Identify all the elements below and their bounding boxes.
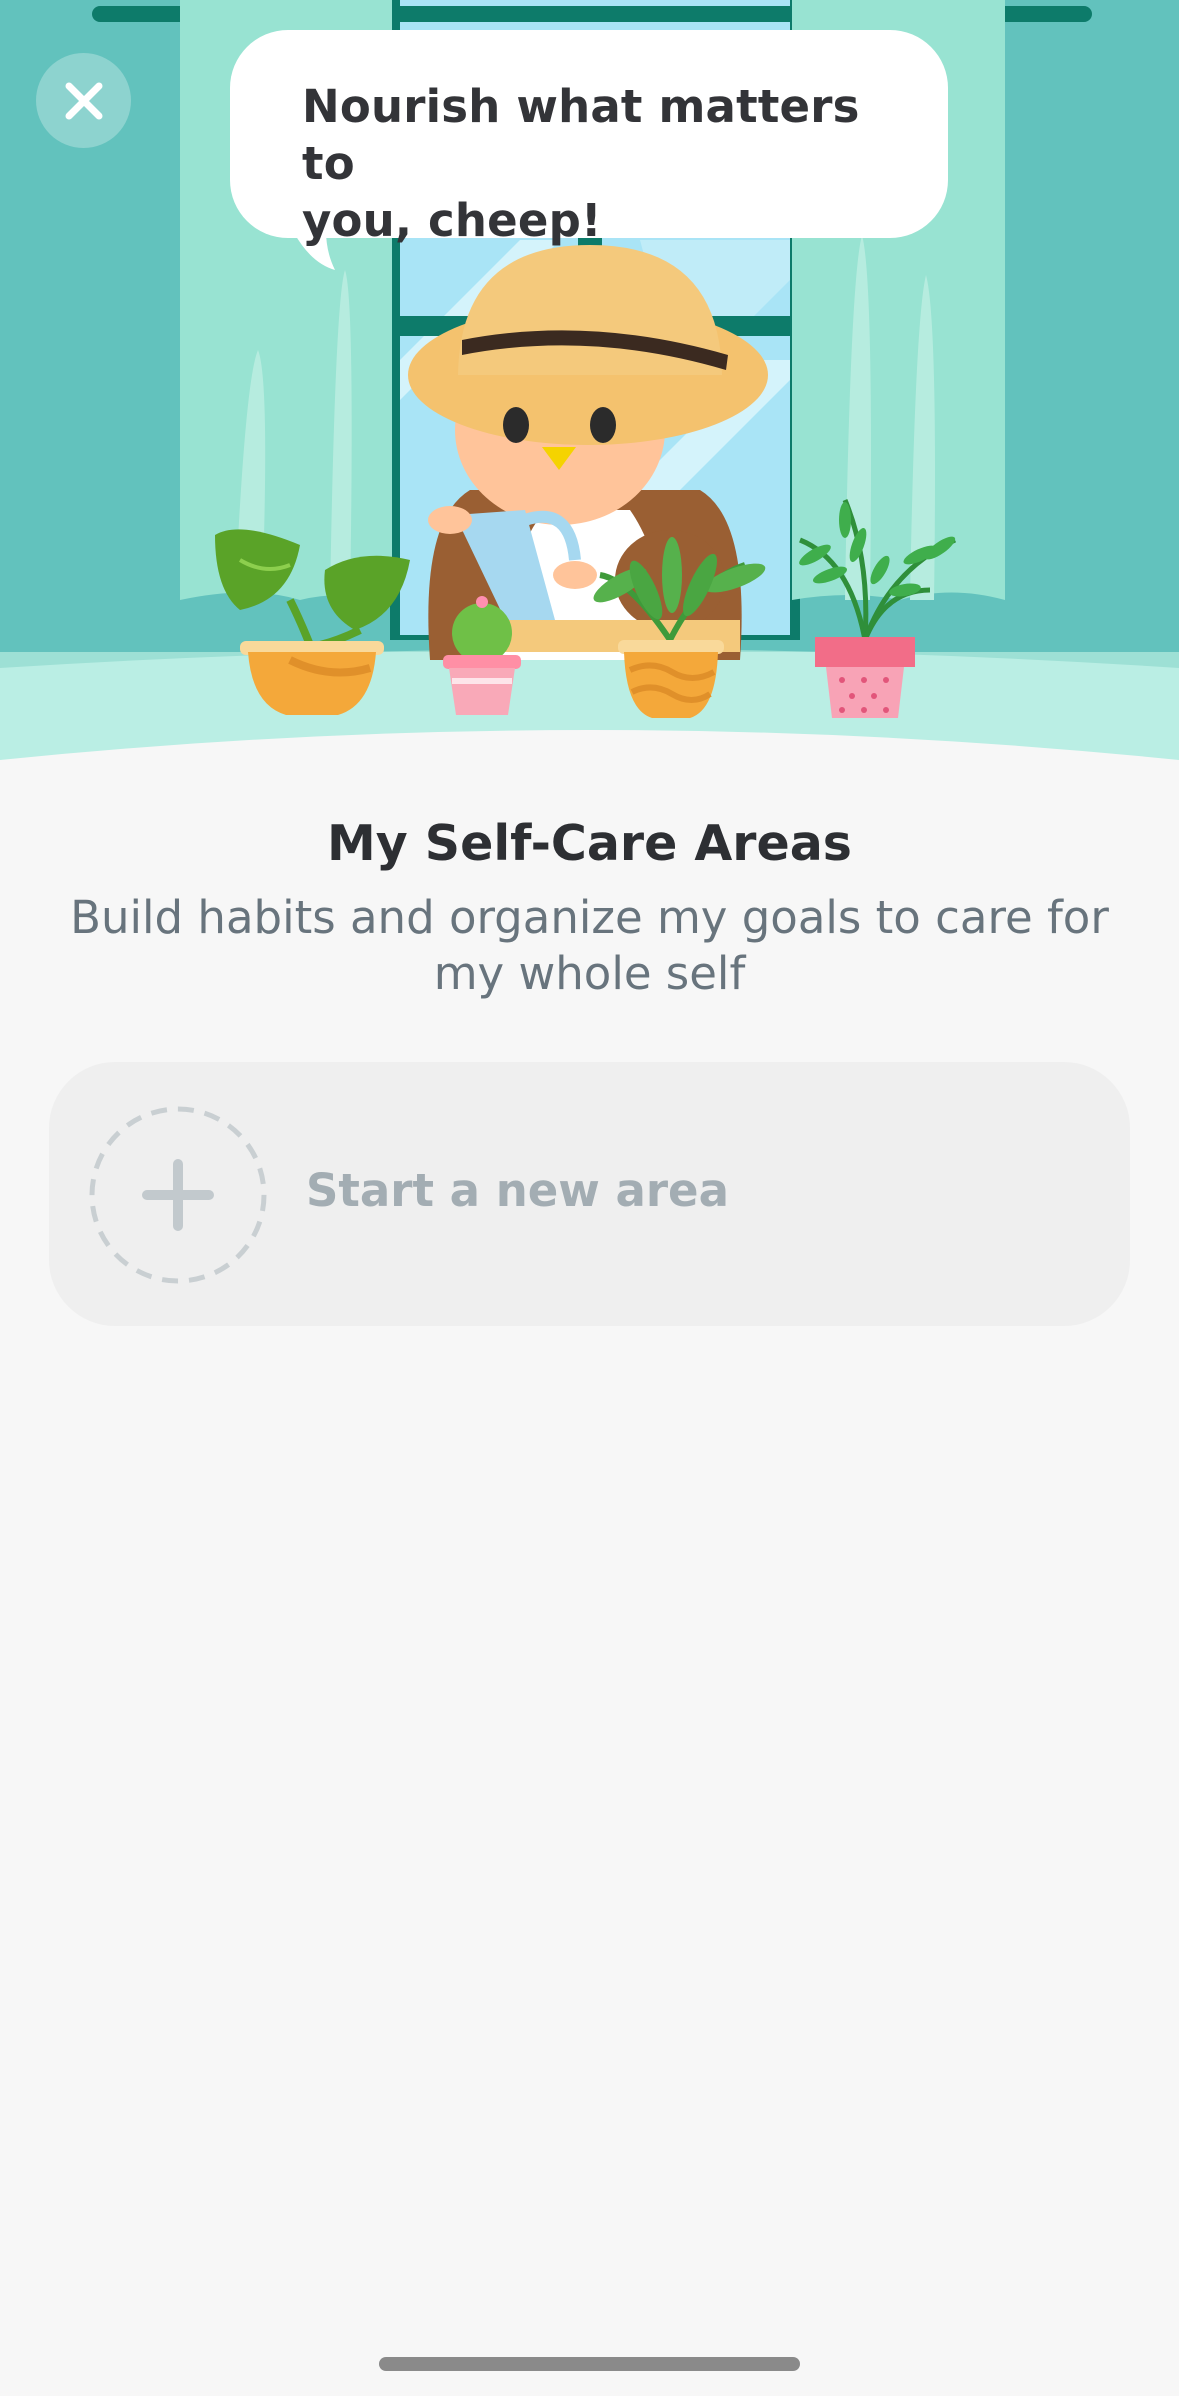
close-button[interactable] xyxy=(36,53,131,148)
home-indicator[interactable] xyxy=(379,2357,800,2371)
start-new-area-label: Start a new area xyxy=(306,1164,729,1217)
page-title: My Self-Care Areas xyxy=(327,815,852,872)
speech-bubble: Nourish what matters to you, cheep! xyxy=(230,30,948,247)
plus-icon xyxy=(89,1106,267,1284)
speech-bubble-line-2: you, cheep! xyxy=(302,194,602,247)
page-subtitle: Build habits and organize my goals to ca… xyxy=(70,891,1109,1000)
close-icon xyxy=(65,82,102,119)
speech-bubble-line-1: Nourish what matters to xyxy=(302,80,860,190)
start-new-area-button[interactable]: Start a new area xyxy=(49,1062,1130,1326)
